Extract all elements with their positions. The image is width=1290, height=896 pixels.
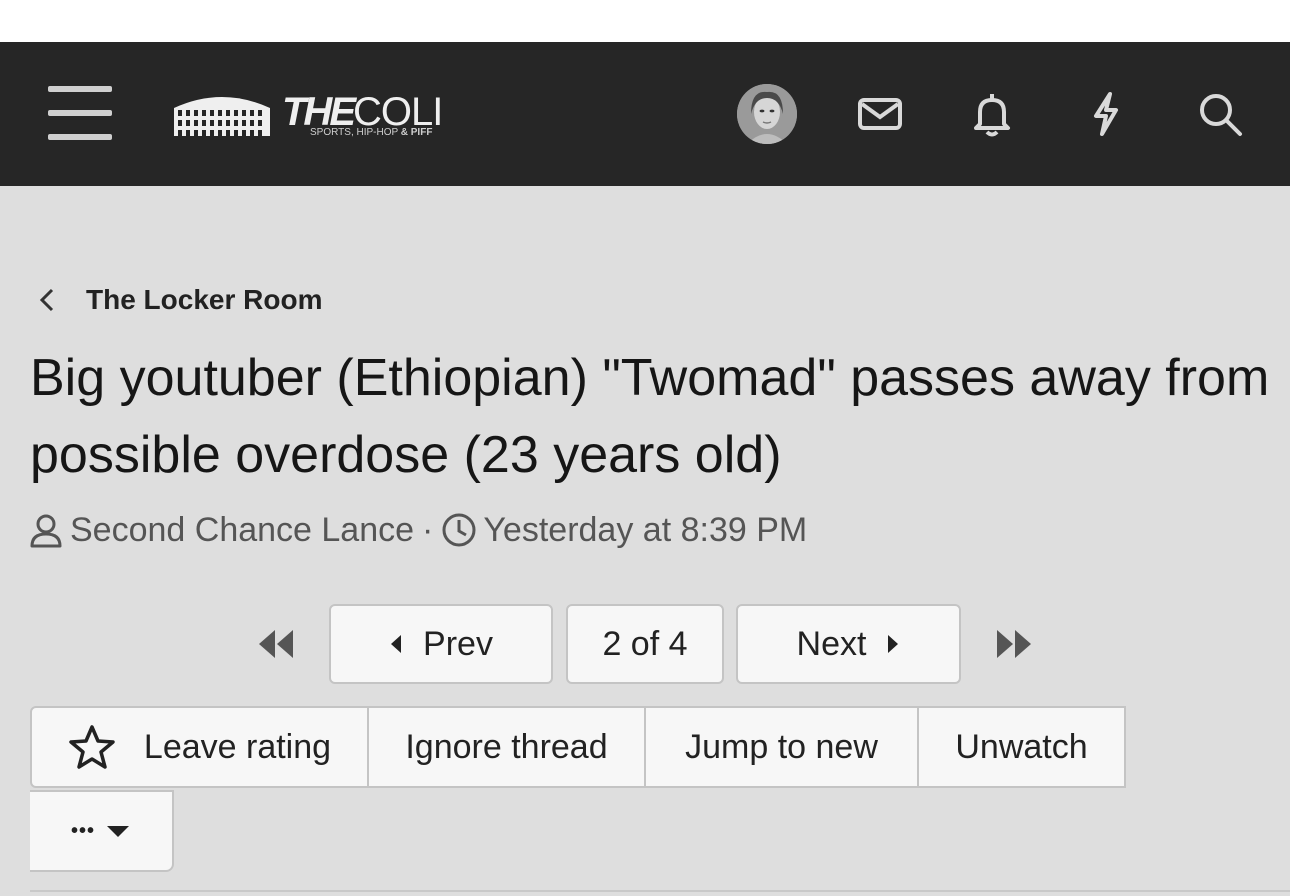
caret-right-icon: [888, 635, 899, 653]
user-avatar-icon: [737, 84, 797, 144]
divider: [30, 890, 1290, 892]
first-page-icon[interactable]: [255, 624, 297, 664]
next-button[interactable]: Next: [736, 604, 961, 684]
ignore-thread-button[interactable]: Ignore thread: [369, 708, 646, 786]
prev-button[interactable]: Prev: [329, 604, 553, 684]
search-icon[interactable]: [1196, 90, 1244, 138]
mail-icon[interactable]: [856, 90, 904, 138]
jump-to-new-label: Jump to new: [685, 727, 878, 766]
thread-meta: Second Chance Lance · Yesterday at 8:39 …: [28, 508, 807, 552]
chevron-left-icon: [39, 288, 54, 312]
thread-actions: Leave rating Ignore thread Jump to new U…: [30, 706, 1126, 788]
leave-rating-button[interactable]: Leave rating: [32, 708, 369, 786]
star-icon: [69, 725, 115, 769]
clock-icon: [442, 513, 476, 547]
caret-left-icon: [391, 635, 402, 653]
thread-title: Big youtuber (Ethiopian) "Twomad" passes…: [30, 349, 1270, 484]
more-options-button[interactable]: •••: [30, 790, 174, 872]
user-icon: [30, 514, 62, 548]
last-page-icon[interactable]: [993, 624, 1035, 664]
avatar[interactable]: [737, 84, 797, 144]
caret-down-icon: [107, 826, 129, 837]
bell-icon[interactable]: [968, 90, 1016, 138]
site-header: THECOLI SPORTS, HIP-HOP & PIFF: [0, 42, 1290, 186]
breadcrumb[interactable]: The Locker Room: [36, 280, 322, 320]
colosseum-icon: [174, 97, 270, 136]
status-strip: [0, 0, 1290, 42]
thread-author[interactable]: Second Chance Lance: [70, 511, 414, 550]
site-logo[interactable]: THECOLI SPORTS, HIP-HOP & PIFF: [172, 82, 462, 142]
ignore-thread-label: Ignore thread: [405, 727, 608, 766]
bolt-icon[interactable]: [1082, 90, 1130, 138]
logo-tagline: SPORTS, HIP-HOP & PIFF: [310, 127, 433, 138]
more-dots: •••: [70, 819, 95, 842]
unwatch-label: Unwatch: [955, 727, 1088, 766]
breadcrumb-label: The Locker Room: [86, 284, 323, 315]
leave-rating-label: Leave rating: [143, 727, 332, 766]
page-indicator: 2 of 4: [602, 624, 688, 663]
next-label: Next: [796, 624, 867, 663]
prev-label: Prev: [423, 624, 493, 663]
meta-separator: ·: [422, 510, 434, 549]
thread-date[interactable]: Yesterday at 8:39 PM: [483, 511, 807, 550]
menu-icon[interactable]: [48, 86, 112, 142]
page-jump-button[interactable]: 2 of 4: [566, 604, 724, 684]
jump-to-new-button[interactable]: Jump to new: [646, 708, 919, 786]
unwatch-button[interactable]: Unwatch: [919, 708, 1124, 786]
